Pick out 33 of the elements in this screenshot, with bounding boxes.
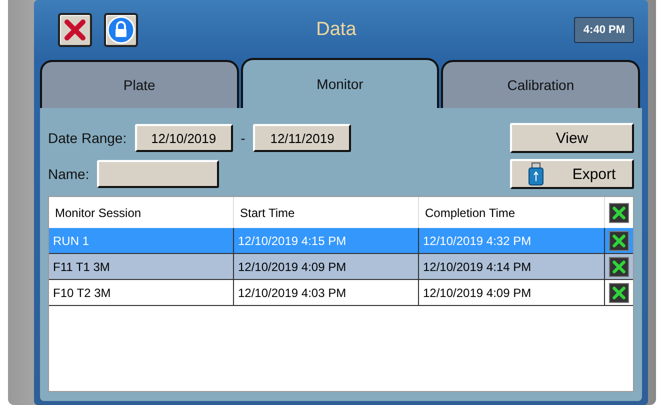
- table-cell: 12/10/2019 4:09 PM: [234, 254, 419, 279]
- name-label: Name:: [48, 166, 90, 182]
- tab[interactable]: Calibration: [441, 60, 640, 108]
- delete-icon[interactable]: [609, 256, 629, 276]
- table-cell: RUN 1: [49, 228, 234, 253]
- date-range-label: Date Range:: [48, 130, 127, 146]
- close-icon: [63, 18, 87, 42]
- usb-drive-icon: [528, 162, 544, 186]
- clock: 4:40 PM: [574, 17, 634, 43]
- table-cell: 12/10/2019 4:15 PM: [234, 228, 419, 253]
- date-from-field[interactable]: 12/10/2019: [134, 124, 233, 152]
- lock-button[interactable]: [104, 13, 138, 47]
- table-cell: F11 T1 3M: [49, 254, 234, 279]
- table-cell: 12/10/2019 4:14 PM: [419, 254, 605, 279]
- table-row[interactable]: F11 T1 3M 12/10/2019 4:09 PM 12/10/2019 4:14 PM: [49, 254, 633, 280]
- table-cell: 12/10/2019 4:03 PM: [234, 280, 419, 305]
- delete-icon[interactable]: [609, 202, 629, 222]
- close-button[interactable]: [58, 13, 92, 47]
- delete-icon[interactable]: [609, 282, 629, 302]
- tab[interactable]: Monitor: [240, 58, 440, 108]
- table-cell: 12/10/2019 4:09 PM: [419, 280, 605, 305]
- screen-title: Data: [315, 19, 358, 41]
- name-field[interactable]: [97, 160, 220, 188]
- table-cell: F10 T2 3M: [49, 280, 234, 305]
- table-row[interactable]: F10 T2 3M 12/10/2019 4:03 PM 12/10/2019 4:09 PM: [49, 280, 633, 306]
- lock-icon: [107, 16, 135, 44]
- date-to-field[interactable]: 12/11/2019: [253, 124, 352, 152]
- export-button[interactable]: Export: [510, 159, 634, 189]
- view-button[interactable]: View: [510, 123, 634, 153]
- delete-icon[interactable]: [609, 230, 629, 250]
- range-separator: -: [240, 130, 246, 146]
- tab[interactable]: Plate: [40, 60, 239, 108]
- table-cell: 12/10/2019 4:32 PM: [419, 228, 605, 253]
